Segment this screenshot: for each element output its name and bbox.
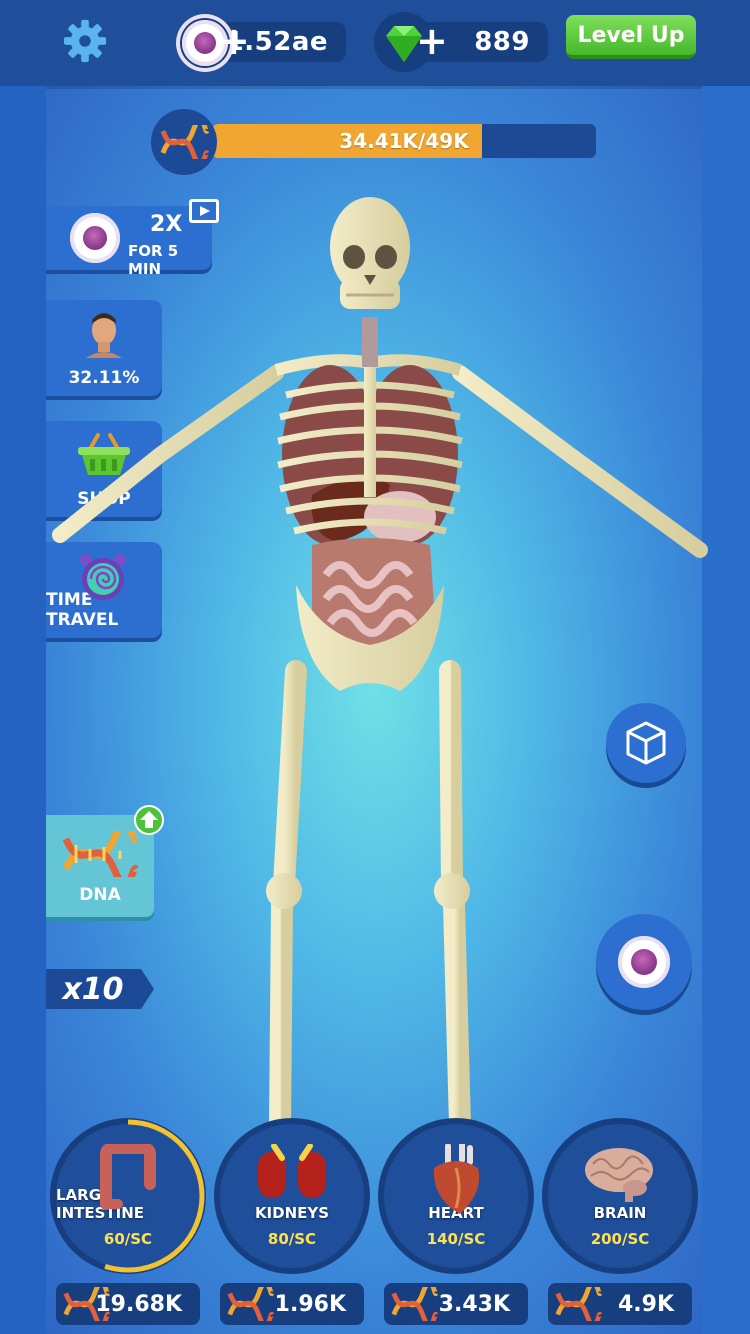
- gear-icon[interactable]: [62, 18, 108, 64]
- organ-progress-ring: [51, 1119, 205, 1273]
- dna-icon: [391, 1287, 438, 1321]
- upgrade-kidneys-button[interactable]: 1.96K: [220, 1283, 364, 1325]
- gem-currency-value: 889: [474, 27, 530, 57]
- upgrade-price: 3.43K: [438, 1291, 510, 1317]
- dna-progress-icon-badge: [151, 109, 217, 175]
- upgrade-large-intestine-button[interactable]: 19.68K: [56, 1283, 200, 1325]
- dna-progress-text: 34.41K/49K: [339, 129, 469, 153]
- dna-icon: [555, 1287, 602, 1321]
- cell-icon: [618, 936, 670, 988]
- dna-progress-bar: 34.41K/49K: [212, 124, 596, 158]
- dna-icon: [227, 1287, 274, 1321]
- upgrade-heart-button[interactable]: 3.43K: [384, 1283, 528, 1325]
- heart-icon: [433, 1144, 480, 1214]
- human-body-model[interactable]: [40, 195, 720, 1155]
- dna-icon: [63, 1287, 110, 1321]
- view-3d-button[interactable]: [606, 703, 686, 783]
- add-gems-button[interactable]: +: [416, 22, 448, 60]
- kidneys-icon: [257, 1144, 327, 1198]
- organ-card-heart[interactable]: HEART 140/SC: [378, 1118, 534, 1274]
- dna-icon: [160, 125, 209, 159]
- organ-name: BRAIN: [593, 1204, 647, 1222]
- organ-rate: 80/SC: [267, 1230, 317, 1248]
- brain-icon: [585, 1148, 653, 1202]
- collect-cells-button[interactable]: [596, 914, 692, 1010]
- cube-icon: [626, 721, 666, 765]
- organ-name: KIDNEYS: [254, 1204, 330, 1222]
- upgrade-price: 4.9K: [617, 1291, 674, 1317]
- organ-card-brain[interactable]: BRAIN 200/SC: [542, 1118, 698, 1274]
- add-cells-button[interactable]: +: [218, 22, 250, 60]
- level-up-button[interactable]: Level Up: [566, 15, 696, 59]
- organ-card-large-intestine[interactable]: LARGE INTESTINE 60/SC: [50, 1118, 206, 1274]
- upgrade-price: 1.96K: [274, 1291, 346, 1317]
- organ-rate: 140/SC: [426, 1230, 486, 1248]
- organ-rate: 200/SC: [590, 1230, 650, 1248]
- upgrade-brain-button[interactable]: 4.9K: [548, 1283, 692, 1325]
- organ-card-kidneys[interactable]: KIDNEYS 80/SC: [214, 1118, 370, 1274]
